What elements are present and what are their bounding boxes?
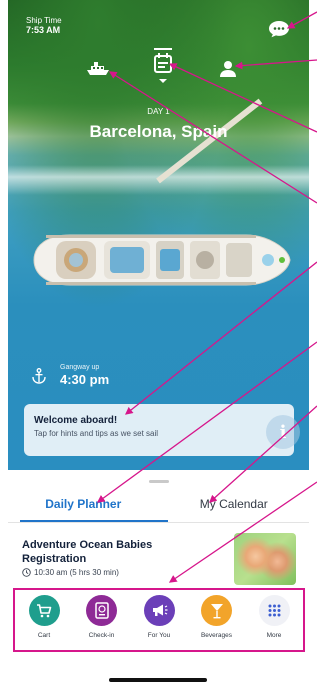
cruise-ship-icon[interactable] bbox=[86, 61, 110, 77]
chat-icon[interactable] bbox=[268, 20, 290, 38]
ship-time: Ship Time 7:53 AM bbox=[26, 16, 62, 35]
annotation-highlight-bottom-nav bbox=[13, 588, 305, 652]
gangway-time: 4:30 pm bbox=[60, 372, 110, 387]
gangway-label: Gangway up bbox=[60, 364, 100, 371]
ship-time-label: Ship Time bbox=[26, 16, 62, 25]
event-thumbnail[interactable] bbox=[234, 533, 296, 585]
tab-daily-planner[interactable]: Daily Planner bbox=[8, 497, 159, 521]
event-time: 10:30 am (5 hrs 30 min) bbox=[34, 568, 119, 577]
phone-screen: Ship Time 7:53 AM DAY 1 Barcelona, Spain… bbox=[8, 0, 309, 687]
tab-bar: Daily Planner My Calendar bbox=[8, 497, 309, 521]
sheet-handle[interactable] bbox=[149, 480, 169, 483]
event-title: Adventure Ocean Babies Registration bbox=[22, 539, 153, 565]
anchor-icon bbox=[32, 367, 46, 384]
planner-icon[interactable] bbox=[152, 48, 174, 88]
ship-time-value: 7:53 AM bbox=[26, 25, 61, 35]
welcome-card[interactable]: Welcome aboard! Tap for hints and tips a… bbox=[24, 404, 300, 456]
home-indicator bbox=[109, 678, 207, 682]
day-label: DAY 1 bbox=[147, 107, 170, 116]
hero-background: Ship Time 7:53 AM DAY 1 Barcelona, Spain… bbox=[8, 0, 309, 470]
profile-icon[interactable] bbox=[218, 60, 238, 78]
port-name: Barcelona, Spain bbox=[89, 122, 228, 141]
tab-divider bbox=[8, 522, 309, 523]
bottom-sheet: Daily Planner My Calendar Adventure Ocea… bbox=[8, 470, 309, 687]
welcome-subtitle: Tap for hints and tips as we set sail bbox=[34, 429, 159, 438]
tab-my-calendar[interactable]: My Calendar bbox=[159, 497, 310, 521]
welcome-title: Welcome aboard! bbox=[34, 415, 118, 426]
cruise-ship-illustration bbox=[33, 234, 291, 286]
gangway-info: Gangway up 4:30 pm bbox=[32, 364, 109, 387]
info-icon: i bbox=[266, 415, 300, 449]
clock-icon bbox=[22, 568, 31, 577]
